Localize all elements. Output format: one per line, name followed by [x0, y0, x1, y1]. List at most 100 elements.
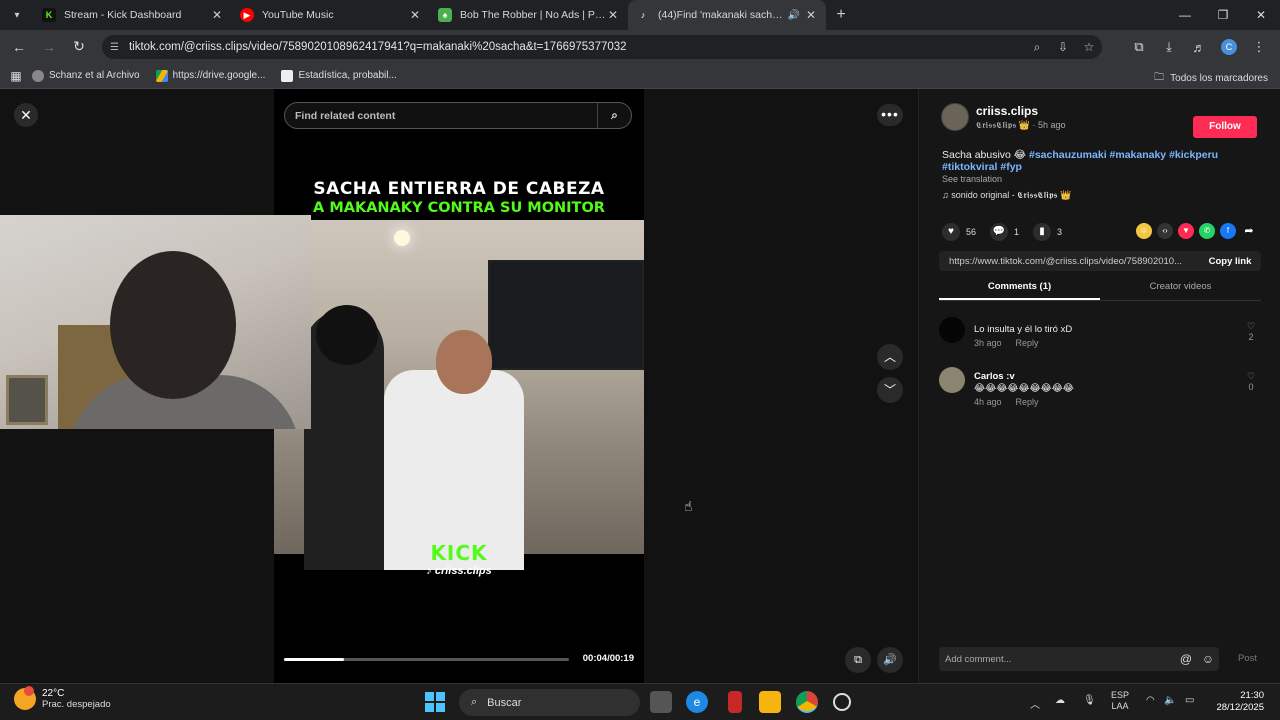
- see-translation-link[interactable]: See translation: [942, 174, 1002, 184]
- zoom-icon[interactable]: ⌕: [1024, 40, 1050, 55]
- bookmark-estadistica[interactable]: Estadística, probabil...: [281, 69, 397, 82]
- tab-comments[interactable]: Comments (1): [939, 281, 1100, 300]
- tab-search-icon[interactable]: ▾: [0, 0, 34, 30]
- close-tab-icon[interactable]: ✕: [408, 8, 422, 22]
- media-controls-icon[interactable]: ♬: [1184, 40, 1214, 55]
- add-comment-field[interactable]: Add comment... @ ☺: [939, 647, 1219, 671]
- tray-chevron-icon[interactable]: ︿: [1030, 696, 1040, 711]
- kebab-menu-icon[interactable]: ⋮: [1244, 39, 1274, 55]
- chrome-icon[interactable]: [796, 691, 818, 713]
- reload-icon[interactable]: ↻: [64, 38, 94, 55]
- video-viewer: ✕ Find related content ⌕ SACHA ENTIERRA …: [0, 89, 918, 683]
- restore-icon[interactable]: ❐: [1204, 0, 1242, 30]
- app-red-icon[interactable]: [728, 691, 742, 713]
- author-block[interactable]: criiss.clips 𝕮𝖗𝖎𝖘𝖘𝕮𝖑𝖎𝖕𝖘 👑 · 5h ago: [941, 103, 1066, 131]
- pip-icon[interactable]: ⧉: [845, 647, 871, 673]
- progress-fill: [284, 658, 344, 661]
- tab-kick-dashboard[interactable]: K Stream - Kick Dashboard ✕: [34, 0, 232, 30]
- comment-author[interactable]: Carlos :v: [974, 371, 1214, 382]
- picture-frame: [6, 375, 48, 425]
- video-progress-bar[interactable]: [284, 658, 569, 661]
- back-icon[interactable]: ←: [4, 39, 34, 55]
- tab-creator-videos[interactable]: Creator videos: [1100, 281, 1261, 300]
- bookmark-schanz[interactable]: Schanz et al Archivo: [32, 69, 140, 82]
- video-caption-line2: A MAKANAKY CONTRA SU MONITOR: [313, 200, 605, 216]
- url-text[interactable]: tiktok.com/@criiss.clips/video/758902010…: [129, 41, 1024, 53]
- video-player[interactable]: Find related content ⌕ SACHA ENTIERRA DE…: [274, 89, 644, 683]
- new-tab-button[interactable]: +: [826, 6, 856, 24]
- volume-tray-icon[interactable]: 🔈: [1164, 695, 1176, 706]
- search-icon[interactable]: ⌕: [597, 102, 631, 129]
- emoji-icon[interactable]: ☺: [1197, 652, 1219, 666]
- tab-bob-the-robber[interactable]: ♠ Bob The Robber | No Ads | Play ✕: [430, 0, 628, 30]
- site-info-icon[interactable]: ☰: [110, 42, 119, 53]
- microphone-icon[interactable]: 🎙: [1083, 695, 1096, 706]
- embed-icon[interactable]: ‹›: [1157, 223, 1173, 239]
- profile-avatar[interactable]: C: [1221, 39, 1237, 55]
- person-head: [316, 305, 378, 365]
- author-avatar[interactable]: [941, 103, 969, 131]
- facebook-icon[interactable]: f: [1220, 223, 1236, 239]
- close-tab-icon[interactable]: ✕: [210, 8, 224, 22]
- close-tab-icon[interactable]: ✕: [804, 8, 818, 22]
- chevron-up-icon[interactable]: ︿: [877, 344, 903, 370]
- share-arrow-icon[interactable]: ➦: [1241, 223, 1257, 239]
- music-link[interactable]: ♫ sonido original - 𝕮𝖗𝖎𝖘𝖘𝕮𝖑𝖎𝖕𝖘 👑: [942, 190, 1071, 201]
- copy-link-button[interactable]: Copy link: [1199, 256, 1261, 267]
- mention-icon[interactable]: @: [1175, 652, 1197, 666]
- task-view-icon[interactable]: [650, 691, 672, 713]
- address-bar[interactable]: ☰ tiktok.com/@criiss.clips/video/7589020…: [102, 35, 1102, 59]
- file-explorer-icon[interactable]: [759, 691, 781, 713]
- follow-button[interactable]: Follow: [1193, 116, 1257, 138]
- tab-tiktok-search[interactable]: ♪ (44)Find 'makanaki sacha' o 🔊 ✕: [628, 0, 826, 30]
- system-clock[interactable]: 21:30 28/12/2025: [1216, 690, 1264, 714]
- comment-avatar[interactable]: [939, 317, 965, 343]
- all-bookmarks[interactable]: 🗀 Todos los marcadores: [1154, 70, 1268, 87]
- install-app-icon[interactable]: ⇩: [1050, 40, 1076, 54]
- chevron-down-icon[interactable]: ﹀: [877, 377, 903, 403]
- apps-grid-icon[interactable]: ▦: [0, 69, 32, 83]
- onedrive-icon[interactable]: ☁: [1055, 695, 1065, 706]
- extensions-icon[interactable]: ⧉: [1124, 39, 1154, 55]
- close-window-icon[interactable]: ✕: [1242, 0, 1280, 30]
- edge-icon[interactable]: e: [686, 691, 708, 713]
- search-input[interactable]: Find related content: [295, 110, 597, 122]
- weather-widget[interactable]: 22°C Prac. despejado: [14, 686, 111, 710]
- downloads-icon[interactable]: ⤓: [1154, 39, 1184, 55]
- author-name[interactable]: criiss.clips: [976, 104, 1066, 118]
- find-related-search[interactable]: Find related content ⌕: [284, 102, 632, 129]
- bookmark-drive[interactable]: https://drive.google...: [155, 69, 265, 82]
- steam-icon[interactable]: [833, 693, 851, 711]
- comment-avatar[interactable]: [939, 367, 965, 393]
- minimize-icon[interactable]: —: [1166, 0, 1204, 30]
- reply-button[interactable]: Reply: [1016, 397, 1039, 407]
- details-panel: criiss.clips 𝕮𝖗𝖎𝖘𝖘𝕮𝖑𝖎𝖕𝖘 👑 · 5h ago Follo…: [918, 89, 1280, 683]
- comment-button[interactable]: 💬 1: [990, 223, 1019, 241]
- speaker-icon[interactable]: 🔊: [788, 10, 800, 21]
- post-button[interactable]: Post: [1238, 653, 1257, 664]
- send-icon[interactable]: ▼: [1178, 223, 1194, 239]
- close-tab-icon[interactable]: ✕: [606, 8, 620, 22]
- star-icon[interactable]: ☆: [1076, 40, 1102, 54]
- add-comment-input[interactable]: Add comment...: [945, 654, 1175, 665]
- language-indicator[interactable]: ESP LAA: [1111, 690, 1129, 712]
- comment-like[interactable]: ♡ 2: [1241, 321, 1261, 342]
- video-frame: [274, 220, 644, 570]
- battery-icon[interactable]: ▭: [1185, 695, 1194, 706]
- like-button[interactable]: ♥ 56: [942, 223, 976, 241]
- tab-youtube-music[interactable]: ▶ YouTube Music ✕: [232, 0, 430, 30]
- close-icon[interactable]: ✕: [14, 103, 38, 127]
- more-options-icon[interactable]: •••: [877, 104, 903, 126]
- windows-start-icon[interactable]: [425, 692, 445, 712]
- emoji-share-icon[interactable]: ☺: [1136, 223, 1152, 239]
- taskbar-search[interactable]: ⌕ Buscar: [459, 689, 640, 716]
- forward-icon[interactable]: →: [34, 39, 64, 55]
- volume-icon[interactable]: 🔊: [877, 647, 903, 673]
- wifi-icon[interactable]: ◠: [1146, 695, 1155, 706]
- video-link[interactable]: https://www.tiktok.com/@criiss.clips/vid…: [949, 256, 1199, 267]
- whatsapp-icon[interactable]: ✆: [1199, 223, 1215, 239]
- comment-count: 1: [1014, 227, 1020, 237]
- comment-like[interactable]: ♡ 0: [1241, 371, 1261, 392]
- save-button[interactable]: ▮ 3: [1033, 223, 1062, 241]
- reply-button[interactable]: Reply: [1016, 338, 1039, 348]
